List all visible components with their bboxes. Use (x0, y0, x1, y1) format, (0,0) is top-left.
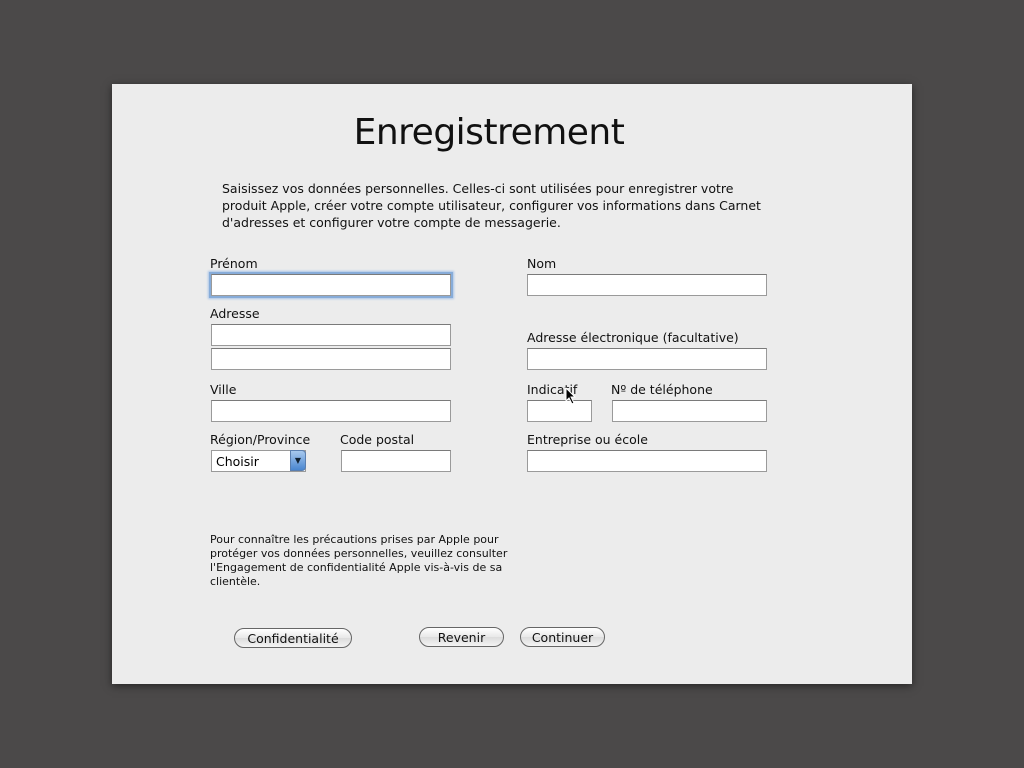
last-name-label: Nom (527, 256, 557, 271)
continue-button[interactable]: Continuer (520, 627, 605, 647)
address-line2-input[interactable] (211, 348, 451, 370)
region-select-value: Choisir (216, 454, 259, 469)
intro-text: Saisissez vos données personnelles. Cell… (222, 181, 761, 230)
address-line1-input[interactable] (211, 324, 451, 346)
first-name-label: Prénom (210, 256, 258, 271)
mouse-pointer-icon (565, 387, 577, 405)
city-label: Ville (210, 382, 237, 397)
phone-label: Nº de téléphone (611, 382, 713, 397)
area-code-input[interactable] (527, 400, 592, 422)
region-label: Région/Province (210, 432, 311, 447)
privacy-notice: Pour connaître les précautions prises pa… (210, 533, 508, 588)
privacy-button[interactable]: Confidentialité (234, 628, 352, 648)
city-input[interactable] (211, 400, 451, 422)
email-label: Adresse électronique (facultative) (527, 330, 739, 345)
phone-input[interactable] (612, 400, 767, 422)
company-input[interactable] (527, 450, 767, 472)
email-input[interactable] (527, 348, 767, 370)
chevron-down-icon: ▼ (290, 450, 306, 471)
address-label: Adresse (210, 306, 260, 321)
postal-code-label: Code postal (340, 432, 415, 447)
page-title: Enregistrement (353, 112, 625, 153)
last-name-input[interactable] (527, 274, 767, 296)
company-label: Entreprise ou école (527, 432, 648, 447)
region-select[interactable]: Choisir ▼ (211, 450, 306, 472)
first-name-input[interactable] (211, 274, 451, 296)
postal-code-input[interactable] (341, 450, 451, 472)
back-button[interactable]: Revenir (419, 627, 504, 647)
